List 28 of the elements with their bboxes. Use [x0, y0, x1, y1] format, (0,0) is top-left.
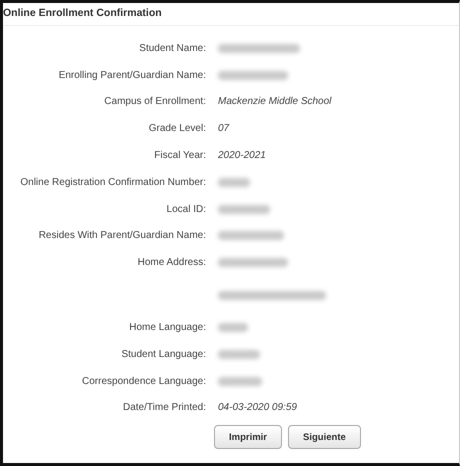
- action-button[interactable]: Imprimir: [214, 425, 282, 450]
- field-value: 2020-2021: [218, 150, 266, 162]
- field-label: Grade Level:: [148, 123, 206, 134]
- blurred-value: [218, 350, 260, 359]
- field-label: Online Registration Confirmation Number:: [19, 176, 206, 188]
- field-label: Date/Time Printed:: [122, 402, 206, 414]
- field-label: Fiscal Year:: [153, 150, 206, 162]
- field-label: Enrolling Parent/Guardian Name:: [58, 70, 206, 81]
- blurred-value: [218, 178, 250, 187]
- field-value: 04-03-2020 09:59: [218, 402, 297, 414]
- field-value: Mackenzie Middle School: [218, 96, 332, 108]
- blurred-value: [218, 70, 288, 80]
- blurred-value: [218, 258, 288, 268]
- field-label: Campus of Enrollment:: [103, 96, 206, 108]
- field-label: Student Language:: [120, 348, 206, 360]
- blurred-value: [218, 376, 262, 386]
- field-label: Local ID:: [166, 204, 206, 215]
- field-label: Student Name:: [138, 42, 206, 54]
- field-label: Home Language:: [128, 322, 206, 334]
- action-button[interactable]: Siguiente: [288, 425, 361, 450]
- field-label: Correspondence Language:: [81, 376, 206, 387]
- field-label: Resides With Parent/Guardian Name:: [38, 230, 206, 242]
- blurred-value: [218, 231, 284, 240]
- blurred-value: [218, 323, 248, 332]
- blurred-value: [218, 204, 270, 214]
- panel-title: Online Enrollment Confirmation: [3, 3, 459, 26]
- field-value: 07: [218, 123, 230, 134]
- field-label: Home Address:: [136, 257, 206, 268]
